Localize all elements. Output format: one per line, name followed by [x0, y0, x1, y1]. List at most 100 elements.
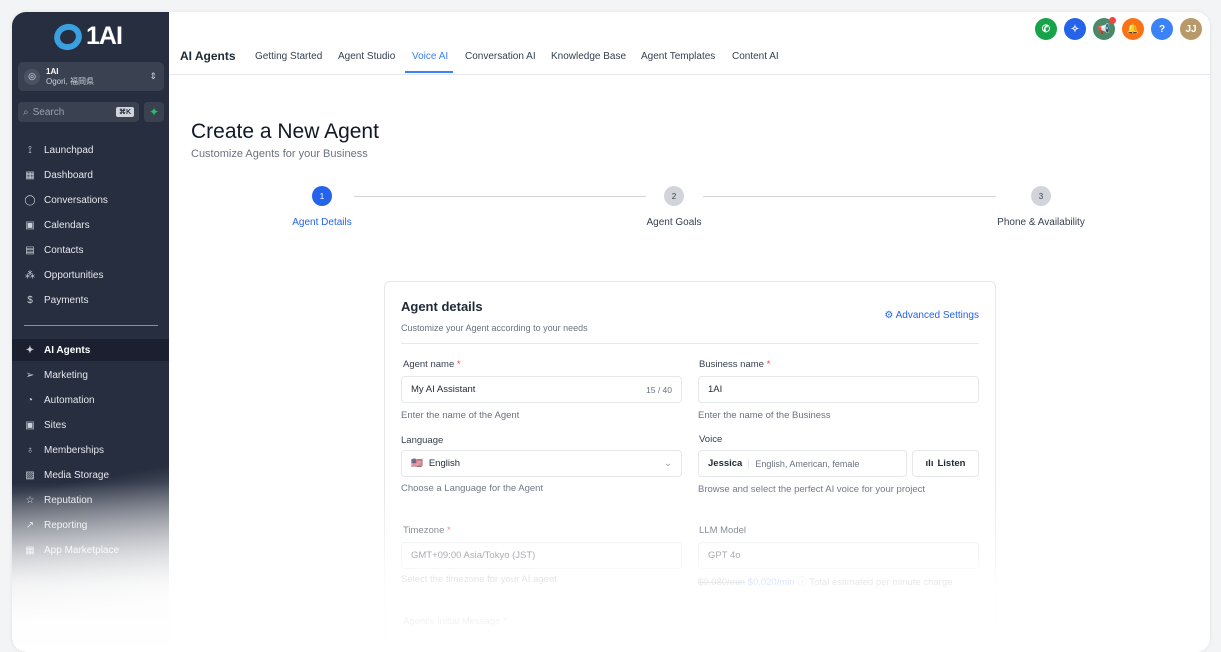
- step-2-label: Agent Goals: [646, 217, 702, 228]
- account-name: 1AI: [46, 66, 59, 76]
- tab-conversation-ai[interactable]: Conversation AI: [465, 51, 536, 62]
- sidebar-item-payments[interactable]: $ Payments: [12, 290, 169, 312]
- sidebar-item-label: Conversations: [44, 194, 108, 206]
- sidebar-item-media-storage[interactable]: ▨ Media Storage: [12, 465, 169, 487]
- initial-message-label: Agent's Initial Message: [403, 616, 501, 627]
- advanced-settings-link[interactable]: ⚙ Advanced Settings: [884, 310, 979, 321]
- grid-icon: ▦: [25, 169, 35, 181]
- trend-icon: ↗: [25, 520, 35, 532]
- sidebar-item-sites[interactable]: ▣ Sites: [12, 414, 169, 436]
- shortcut-badge: ⌘K: [115, 107, 134, 117]
- business-name-input[interactable]: 1AI: [698, 376, 979, 403]
- tab-agent-templates[interactable]: Agent Templates: [641, 51, 715, 62]
- search-icon: ⌕: [23, 106, 29, 118]
- required-mark: *: [447, 525, 451, 536]
- price: $0.020/min: [747, 577, 795, 588]
- star-icon: ☆: [25, 495, 35, 507]
- required-mark: *: [503, 616, 507, 627]
- tab-getting-started[interactable]: Getting Started: [255, 51, 322, 62]
- timezone-hint: Select the timezone for your AI agent: [401, 574, 557, 585]
- listen-label: Listen: [937, 458, 966, 469]
- sidebar-item-label: Media Storage: [44, 470, 110, 481]
- sidebar-item-reporting[interactable]: ↗ Reporting: [12, 515, 169, 537]
- sidebar-item-launchpad[interactable]: ⟟ Launchpad: [12, 139, 169, 161]
- sidebar-item-label: Memberships: [44, 444, 105, 456]
- agent-details-card: Agent details Customize your Agent accor…: [384, 281, 996, 652]
- ticket-icon[interactable]: ✧: [1064, 18, 1086, 40]
- active-tab-indicator: [405, 71, 453, 73]
- old-price: $0.080/min: [698, 577, 746, 588]
- listen-button[interactable]: ılı Listen: [912, 450, 979, 477]
- brand-name: 1AI: [86, 22, 123, 50]
- voice-hint: Browse and select the perfect AI voice f…: [698, 484, 926, 495]
- search-input[interactable]: ⌕ Search ⌘K: [18, 102, 139, 122]
- sidebar-item-opportunities[interactable]: ⁂ Opportunities: [12, 265, 169, 287]
- info-icon: ⓘ: [797, 577, 807, 588]
- page-title: Create a New Agent: [191, 120, 379, 143]
- chevron-down-icon: ⌄: [664, 458, 672, 469]
- sites-icon: ▣: [25, 419, 35, 431]
- quick-action-button[interactable]: ✦: [144, 102, 164, 122]
- sidebar-item-app-marketplace[interactable]: ▦ App Marketplace: [12, 540, 169, 562]
- sidebar-item-label: Opportunities: [44, 270, 104, 281]
- account-location: Ogori, 福岡県: [46, 76, 95, 86]
- card-subtitle: Customize your Agent according to your n…: [401, 323, 588, 333]
- step-1-label: Agent Details: [292, 217, 352, 228]
- phone-icon[interactable]: ✆: [1035, 18, 1057, 40]
- tab-voice-ai[interactable]: Voice AI: [412, 51, 448, 62]
- gear-icon: ⚙: [884, 310, 894, 321]
- search-placeholder: Search: [32, 106, 65, 118]
- sidebar-item-label: Payments: [44, 295, 89, 307]
- timezone-select[interactable]: GMT+09:00 Asia/Tokyo (JST): [401, 542, 682, 569]
- megaphone-icon[interactable]: 📢: [1093, 17, 1116, 40]
- chevron-updown-icon: ⇕: [149, 71, 157, 81]
- step-connector: [703, 196, 996, 197]
- llm-select[interactable]: GPT 4o: [698, 542, 979, 569]
- image-icon: ▨: [25, 470, 35, 481]
- sidebar-item-label: Calendars: [44, 219, 90, 231]
- tab-agent-studio[interactable]: Agent Studio: [338, 51, 395, 62]
- agent-name-label: Agent name: [403, 359, 455, 370]
- account-switcher[interactable]: ◎ 1AI Ogori, 福岡県 ⇕: [18, 62, 164, 91]
- sidebar-item-label: Sites: [44, 419, 67, 431]
- sidebar-item-automation[interactable]: ◔ Automation: [12, 389, 169, 411]
- waveform-icon: ılı: [925, 458, 934, 469]
- sidebar-item-contacts[interactable]: ▤ Contacts: [12, 239, 169, 261]
- voice-select[interactable]: Jessica English, American, female: [698, 450, 907, 477]
- sidebar-item-label: AI Agents: [44, 344, 91, 356]
- calendar-icon: ▣: [25, 219, 35, 231]
- language-label: Language: [401, 435, 444, 446]
- tab-content-ai[interactable]: Content AI: [732, 51, 779, 62]
- required-mark: *: [456, 359, 461, 370]
- sidebar-item-memberships[interactable]: ♁ Memberships: [12, 439, 169, 461]
- sidebar-item-label: Marketing: [44, 369, 88, 381]
- bell-icon[interactable]: 🔔: [1122, 18, 1144, 40]
- avatar[interactable]: JJ: [1180, 18, 1202, 40]
- timezone-label: Timezone: [403, 525, 445, 536]
- language-select[interactable]: 🇺🇸 English ⌄: [401, 450, 682, 477]
- sidebar-item-reputation[interactable]: ☆ Reputation: [12, 490, 169, 512]
- sidebar-item-conversations[interactable]: ◯ Conversations: [12, 189, 169, 211]
- agent-name-input[interactable]: My AI Assistant 15 / 40: [401, 376, 682, 403]
- sidebar-item-marketing[interactable]: ➢ Marketing: [12, 364, 169, 386]
- sidebar-item-dashboard[interactable]: ▦ Dashboard: [12, 164, 169, 186]
- step-2[interactable]: 2: [664, 186, 684, 206]
- rocket-icon: ⟟: [28, 144, 32, 156]
- agent-name-value: My AI Assistant: [411, 384, 476, 395]
- step-3[interactable]: 3: [1031, 186, 1051, 206]
- contacts-icon: ▤: [25, 244, 35, 256]
- chat-icon: ◯: [24, 194, 36, 206]
- step-3-label: Phone & Availability: [997, 217, 1085, 228]
- sidebar-item-calendars[interactable]: ▣ Calendars: [12, 214, 169, 236]
- step-1[interactable]: 1: [312, 186, 332, 206]
- sidebar: 1AI ◎ 1AI Ogori, 福岡県 ⇕ ⌕ Search ⌘K ✦ ⟟ Launc…: [12, 12, 169, 652]
- send-icon: ➢: [25, 369, 35, 381]
- award-icon: ♁: [26, 444, 34, 456]
- business-name-value: 1AI: [708, 384, 723, 395]
- tab-knowledge-base[interactable]: Knowledge Base: [551, 51, 626, 62]
- agent-name-hint: Enter the name of the Agent: [401, 410, 520, 421]
- step-connector: [354, 196, 646, 197]
- sidebar-item-ai-agents[interactable]: ✦ AI Agents: [12, 339, 169, 361]
- app-window: 1AI ◎ 1AI Ogori, 福岡県 ⇕ ⌕ Search ⌘K ✦ ⟟ Launc…: [12, 12, 1210, 652]
- help-icon[interactable]: ?: [1151, 18, 1173, 40]
